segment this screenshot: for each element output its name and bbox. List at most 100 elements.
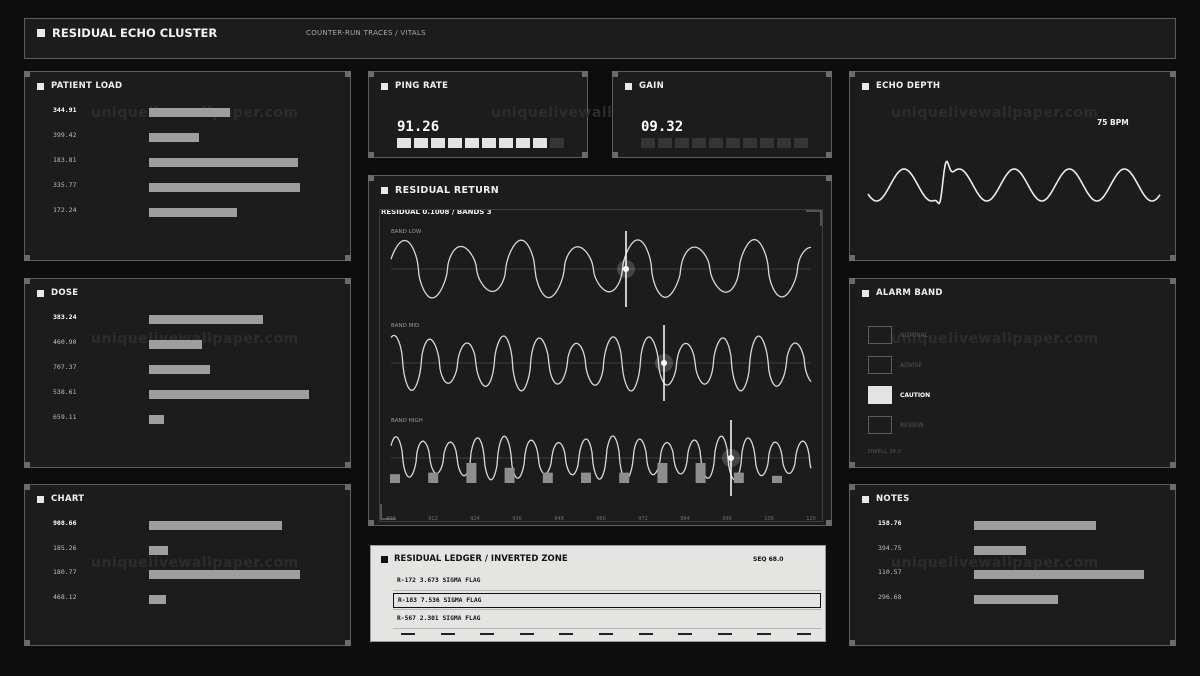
histogram-bar — [542, 472, 553, 483]
alarm-level-label: REVIEW — [900, 421, 924, 429]
level-cell — [533, 138, 547, 148]
bar-fill — [974, 570, 1144, 579]
bar-fill — [149, 208, 237, 217]
plot-corner-bracket — [806, 210, 822, 226]
bar-value: 460.90 — [53, 338, 77, 346]
band-label: BAND LOW — [391, 229, 422, 235]
bar-row: 110.57 — [850, 568, 1175, 580]
bar-row: 185.26 — [25, 544, 350, 556]
notes-title: NOTES — [862, 494, 910, 504]
level-cell — [726, 138, 740, 148]
x-tick-label: 960 — [596, 516, 606, 522]
bar-row: 460.90 — [25, 338, 350, 350]
bar-fill — [149, 365, 210, 374]
band-label: BAND MID — [391, 323, 419, 329]
bar-value: 468.12 — [53, 592, 77, 601]
alarm-level-label: CAUTION — [900, 391, 931, 399]
histogram-bar — [619, 472, 630, 483]
bar-value: 110.57 — [878, 568, 902, 576]
bar-value: 538.61 — [53, 388, 77, 396]
bar-value: 296.68 — [878, 592, 902, 601]
alarm-level-label: NOMINAL — [900, 331, 929, 339]
bar-row: 158.76 — [850, 519, 1175, 531]
bar-fill — [149, 521, 282, 530]
level-cell — [431, 138, 445, 148]
level-cell — [692, 138, 706, 148]
alarm-level-box[interactable] — [868, 386, 892, 404]
alarm-level-nominal[interactable]: NOMINAL — [868, 326, 928, 344]
gain-panel: GAIN uniquelivewallpaper.com 09.32 — [612, 71, 832, 158]
alarm-level-box[interactable] — [868, 356, 892, 374]
alarm-level-caution[interactable]: CAUTION — [868, 386, 930, 404]
ledger-dash — [480, 633, 495, 635]
bar-fill — [149, 415, 164, 424]
bar-fill — [149, 315, 263, 324]
ping-rate-value: 91.26 — [397, 119, 440, 135]
bar-row: 180.77 — [25, 568, 350, 580]
app-title-text: RESIDUAL ECHO CLUSTER — [52, 26, 218, 40]
bar-row: 183.81 — [25, 156, 350, 168]
notes-title-text: NOTES — [876, 494, 910, 504]
bar-row: 468.12 — [25, 592, 350, 605]
bar-value: 180.77 — [53, 568, 77, 576]
band-label: BAND HIGH — [391, 418, 423, 424]
ledger-dash — [519, 633, 534, 635]
x-tick-label: 912 — [428, 516, 438, 522]
residual-return-plot: BAND LOW BAND MID BAND HIGH 900 912 924 936 948… — [380, 210, 822, 522]
patient-load-title: PATIENT LOAD — [37, 81, 122, 91]
echo-depth-panel: ECHO DEPTH uniquelivewallpaper.com 75 BP… — [849, 71, 1176, 261]
bar-fill — [149, 570, 300, 579]
gain-title: GAIN — [625, 81, 664, 91]
x-tick-label: 936 — [512, 516, 522, 522]
level-cell — [448, 138, 462, 148]
level-cell — [709, 138, 723, 148]
bar-fill — [149, 594, 166, 604]
level-cell — [760, 138, 774, 148]
gain-level-cells — [641, 138, 808, 148]
bar-fill — [149, 133, 199, 142]
patient-load-title-text: PATIENT LOAD — [51, 81, 123, 91]
histogram-bar — [581, 472, 591, 483]
ledger-title-text: RESIDUAL LEDGER / INVERTED ZONE — [394, 554, 568, 564]
bar-row: 538.61 — [25, 388, 350, 400]
level-cell — [777, 138, 791, 148]
bar-row: 335.77 — [25, 181, 350, 193]
ledger-row[interactable]: R-172 3.673 SIGMA FLAG — [393, 574, 821, 589]
histogram-bar — [466, 463, 477, 483]
level-cell — [675, 138, 689, 148]
alarm-level-review[interactable]: REVIEW — [868, 416, 924, 434]
alarm-level-label: ADVISE — [900, 361, 923, 369]
ping-rate-panel: PING RATE uniquelivewallpaper.com 91.26 — [368, 71, 698, 158]
histogram-bar — [504, 467, 515, 483]
bar-row: 172.24 — [25, 206, 350, 218]
bar-fill — [974, 521, 1096, 530]
title-square-icon — [37, 29, 45, 37]
bar-value: 707.37 — [53, 363, 77, 371]
bar-fill — [149, 183, 300, 192]
level-cell — [658, 138, 672, 148]
bar-value: 908.66 — [53, 519, 77, 527]
app-title: RESIDUAL ECHO CLUSTER — [37, 26, 217, 40]
x-tick-label: 996 — [722, 516, 732, 522]
level-cell — [641, 138, 655, 148]
bar-row: 659.11 — [25, 413, 350, 425]
bar-fill — [149, 545, 168, 555]
watermark: uniquelivewallpaper.com — [891, 555, 1099, 571]
alarm-level-advise[interactable]: ADVISE — [868, 356, 922, 374]
ledger-row[interactable]: R-183 7.536 SIGMA FLAG — [393, 593, 821, 608]
bar-value: 172.24 — [53, 206, 77, 214]
alarm-level-box[interactable] — [868, 326, 892, 344]
bar-row: 296.68 — [850, 592, 1175, 605]
level-cell — [550, 138, 564, 148]
bar-value: 344.91 — [53, 106, 77, 114]
ledger-row[interactable]: R-567 2.301 SIGMA FLAG — [393, 612, 821, 627]
bar-fill — [149, 340, 202, 349]
alarm-band-title-text: ALARM BAND — [876, 288, 943, 298]
cursor-dot — [661, 360, 667, 366]
alarm-level-box[interactable] — [868, 416, 892, 434]
ledger-divider — [393, 628, 821, 629]
ledger-divider — [393, 609, 821, 610]
notes-panel: NOTES uniquelivewallpaper.com 158.76 394.… — [849, 484, 1176, 646]
level-cell — [499, 138, 513, 148]
app-subtitle: COUNTER-RUN TRACES / VITALS — [306, 29, 426, 37]
